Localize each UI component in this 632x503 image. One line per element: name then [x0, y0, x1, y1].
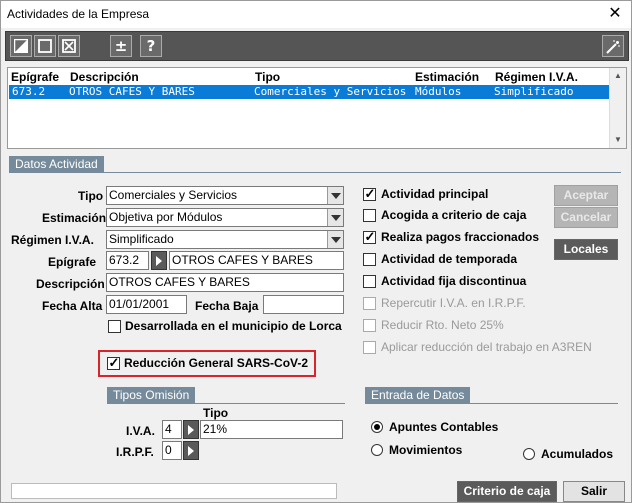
activities-grid[interactable]: Epígrafe Descripción Tipo Estimación Rég…: [7, 67, 627, 149]
delete-record-icon[interactable]: [58, 35, 80, 57]
option-checkbox[interactable]: ✓: [363, 186, 376, 201]
epigrafe-description-field[interactable]: OTROS CAFES Y BARES: [169, 251, 344, 270]
irpf-lookup-icon[interactable]: [183, 441, 199, 460]
descripcion-field[interactable]: OTROS CAFES Y BARES: [106, 273, 344, 292]
option-checkbox-label: Repercutir I.V.A. en I.R.P.F.: [381, 296, 526, 310]
radio-acumulados-label: Acumulados: [541, 447, 614, 461]
option-checkbox: [363, 319, 376, 332]
fecha-baja-label: Fecha Baja: [195, 299, 259, 313]
option-checkbox-label: Actividad de temporada: [381, 252, 518, 266]
radio-apuntes-label: Apuntes Contables: [389, 420, 499, 434]
tipo-column-header: Tipo: [203, 406, 229, 420]
dialog-window: Actividades de la Empresa ✕ ± ? Epígrafe…: [0, 0, 632, 503]
blank-record-icon[interactable]: [34, 35, 56, 57]
chevron-down-icon[interactable]: [327, 209, 343, 226]
irpf-code-field[interactable]: 0: [162, 441, 182, 460]
estimacion-label: Estimación: [42, 211, 107, 225]
cell-regimen: Simplificado: [494, 85, 574, 98]
check-icon: ✓: [364, 229, 376, 244]
new-record-icon[interactable]: [10, 35, 32, 57]
fecha-alta-label: Fecha Alta: [42, 299, 103, 313]
option-checkbox-label: Realiza pagos fraccionados: [381, 230, 540, 244]
epigrafe-lookup-icon[interactable]: [151, 251, 167, 270]
sars-label: Reducción General SARS-CoV-2: [124, 356, 309, 370]
epigrafe-field[interactable]: 673.2: [106, 251, 149, 270]
descripcion-label: Descripción: [36, 277, 105, 291]
option-checkbox[interactable]: [363, 209, 376, 222]
window-title: Actividades de la Empresa: [7, 7, 150, 21]
header-estimacion: Estimación: [415, 70, 480, 84]
cancel-button[interactable]: Cancelar: [554, 207, 618, 228]
iva-code-field[interactable]: 4: [162, 420, 182, 439]
help-button[interactable]: ?: [140, 35, 162, 57]
radio-movimientos-label: Movimientos: [389, 443, 463, 457]
tab-entrada-datos: Entrada de Datos: [365, 387, 471, 403]
tab-datos-actividad[interactable]: Datos Actividad: [9, 156, 104, 172]
regimen-value: Simplificado: [109, 232, 174, 246]
radio-selected-dot: [374, 424, 380, 430]
epigrafe-label: Epígrafe: [48, 255, 97, 269]
magic-wand-icon[interactable]: [602, 35, 624, 57]
scroll-up-icon[interactable]: ▲: [610, 68, 626, 84]
header-regimen: Régimen I.V.A.: [495, 70, 578, 84]
tipo-value: Comerciales y Servicios: [109, 188, 238, 202]
toolbar: ± ?: [5, 31, 629, 61]
accept-button[interactable]: Aceptar: [554, 185, 618, 206]
scroll-down-icon[interactable]: ▼: [610, 132, 626, 148]
iva-lookup-icon[interactable]: [183, 420, 199, 439]
criterio-caja-button[interactable]: Criterio de caja: [457, 481, 557, 502]
entrada-divider: [365, 403, 618, 404]
header-tipo: Tipo: [255, 70, 281, 84]
status-field: [11, 483, 337, 499]
cell-tipo: Comerciales y Servicios: [254, 85, 407, 98]
lorca-checkbox[interactable]: [108, 320, 121, 333]
tipo-select[interactable]: Comerciales y Servicios: [106, 186, 344, 205]
cell-estimacion: Módulos: [415, 85, 462, 98]
fecha-alta-field[interactable]: 01/01/2001: [106, 295, 187, 314]
option-checkbox[interactable]: [363, 275, 376, 288]
chevron-down-icon[interactable]: [327, 187, 343, 204]
grid-scrollbar[interactable]: ▲ ▼: [609, 68, 626, 148]
estimacion-value: Objetiva por Módulos: [109, 210, 223, 224]
iva-type-field[interactable]: 21%: [200, 420, 343, 439]
header-descripcion: Descripción: [70, 70, 139, 84]
table-row[interactable]: 673.2 OTROS CAFES Y BARES Comerciales y …: [9, 85, 609, 99]
option-checkbox[interactable]: [363, 253, 376, 266]
fecha-baja-field[interactable]: [263, 295, 344, 314]
tab-tipos-omision: Tipos Omisión: [107, 387, 196, 403]
regimen-select[interactable]: Simplificado: [106, 230, 344, 249]
irpf-label: I.R.P.F.: [116, 445, 154, 459]
check-icon: ✓: [364, 186, 376, 201]
cell-epigrafe: 673.2: [12, 85, 46, 98]
option-checkbox: [363, 297, 376, 310]
radio-movimientos[interactable]: [371, 444, 383, 456]
toggle-sign-button[interactable]: ±: [110, 35, 132, 57]
lorca-label: Desarrollada en el municipio de Lorca: [125, 319, 342, 333]
chevron-down-icon[interactable]: [327, 231, 343, 248]
option-checkbox-label: Aplicar reducción del trabajo en A3REN: [381, 340, 592, 354]
radio-acumulados[interactable]: [523, 448, 535, 460]
option-checkbox-label: Actividad principal: [381, 187, 489, 201]
iva-label: I.V.A.: [126, 424, 155, 438]
regimen-label: Régimen I.V.A.: [11, 233, 94, 247]
title-bar: Actividades de la Empresa ✕: [1, 1, 631, 28]
grid-header: Epígrafe Descripción Tipo Estimación Rég…: [8, 68, 626, 85]
cell-descripcion: OTROS CAFES Y BARES: [69, 85, 195, 98]
exit-button[interactable]: Salir: [563, 481, 625, 502]
sars-checkbox[interactable]: ✓: [107, 355, 120, 370]
option-checkbox[interactable]: ✓: [363, 229, 376, 244]
option-checkbox-label: Reducir Rto. Neto 25%: [381, 318, 504, 332]
radio-apuntes[interactable]: [371, 421, 383, 433]
check-icon: ✓: [108, 355, 120, 370]
option-checkbox: [363, 341, 376, 354]
close-button[interactable]: ✕: [603, 3, 627, 25]
option-checkbox-label: Actividad fija discontinua: [381, 274, 527, 288]
section-divider: [9, 172, 621, 173]
option-checkbox-label: Acogida a criterio de caja: [381, 208, 527, 222]
locales-button[interactable]: Locales: [554, 239, 618, 260]
estimacion-select[interactable]: Objetiva por Módulos: [106, 208, 344, 227]
omision-divider: [107, 403, 345, 404]
tipo-label: Tipo: [78, 189, 104, 203]
header-epigrafe: Epígrafe: [11, 70, 60, 84]
